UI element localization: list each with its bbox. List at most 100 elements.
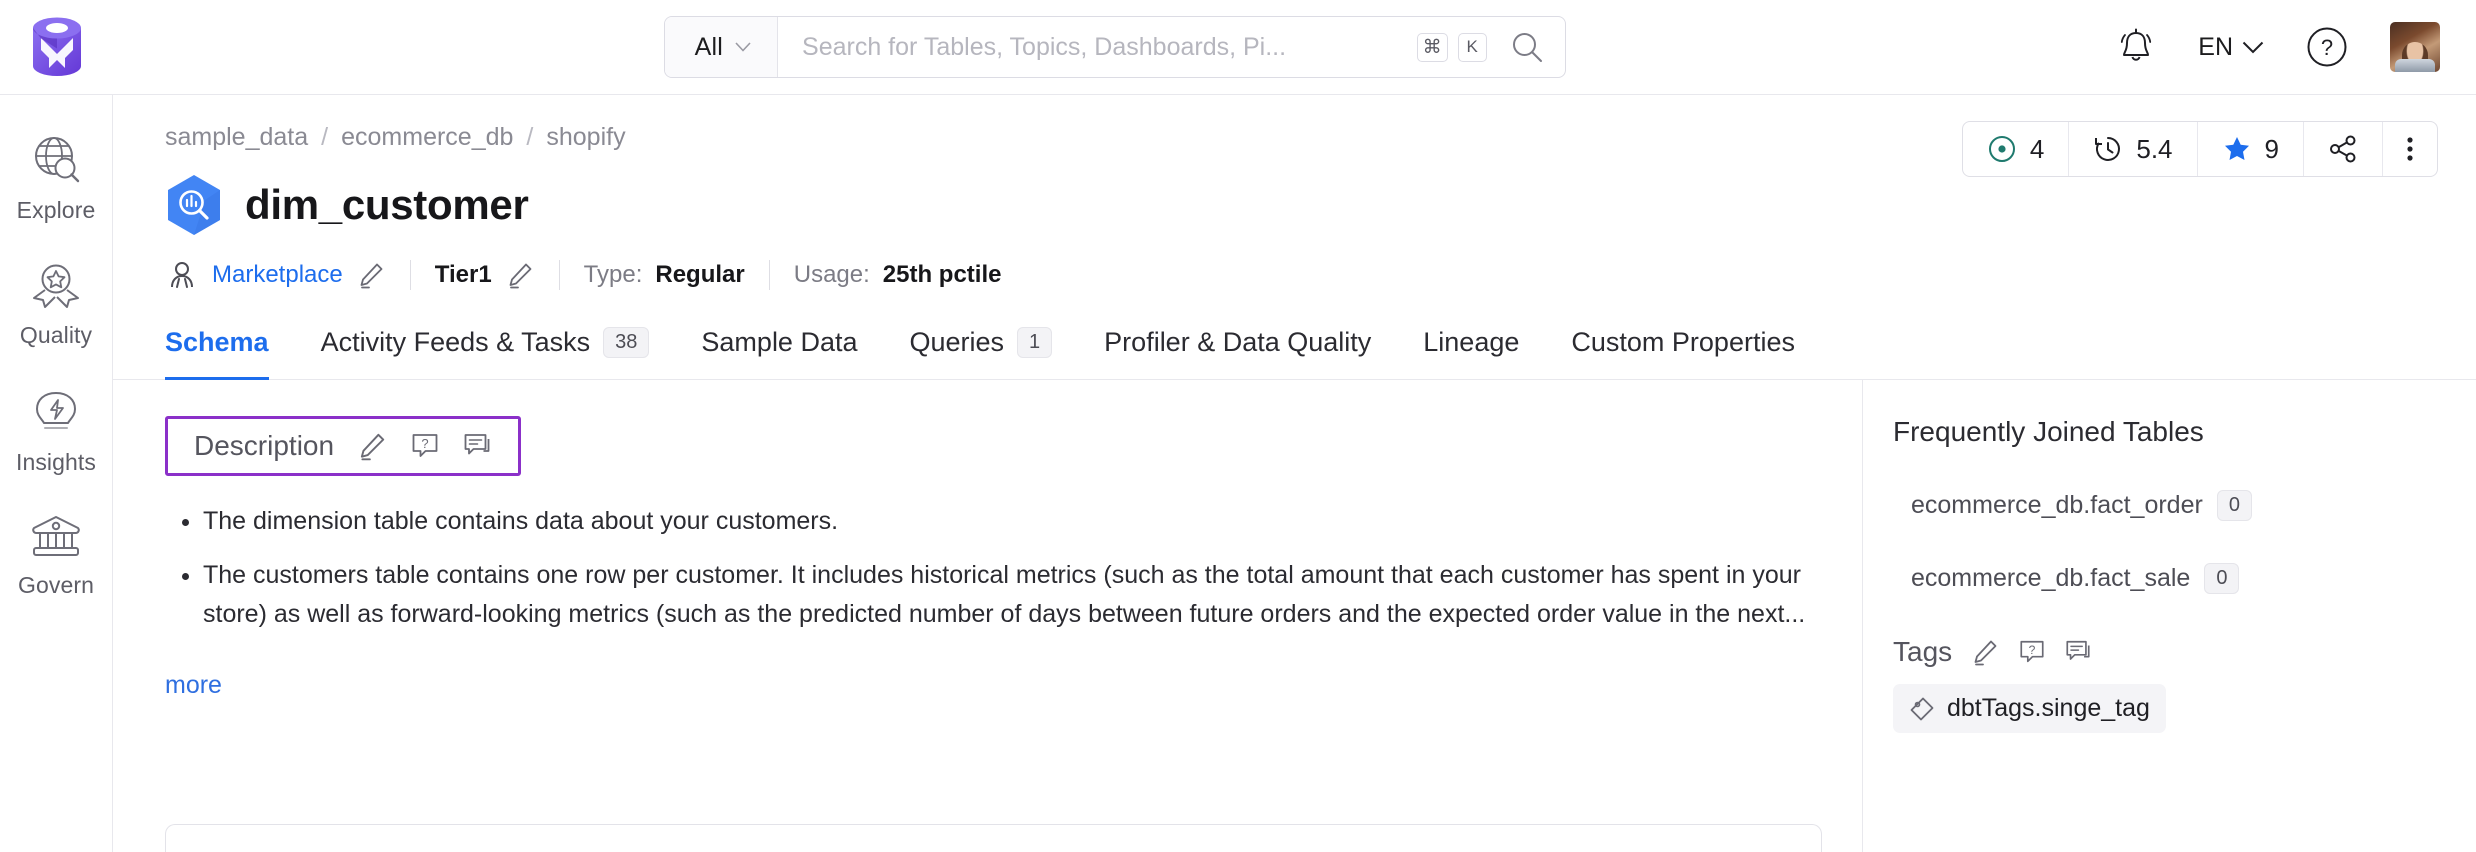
comment-icon[interactable]	[462, 431, 492, 461]
tag-chip[interactable]: dbtTags.singe_tag	[1893, 684, 2166, 733]
description-bullet: The dimension table contains data about …	[203, 502, 1822, 542]
award-ribbon-icon	[29, 262, 83, 312]
svg-text:?: ?	[2029, 643, 2036, 657]
sidebar-item-explore[interactable]: Explore	[0, 133, 112, 224]
search-input-wrapper[interactable]: ⌘ K	[778, 17, 1565, 77]
tab-profiler-data-quality[interactable]: Profiler & Data Quality	[1104, 327, 1371, 380]
tab-activity-feeds-tasks[interactable]: Activity Feeds & Tasks 38	[321, 327, 650, 380]
tier-value: Tier1	[435, 261, 492, 289]
lightbulb-bolt-icon	[30, 387, 82, 439]
comment-icon[interactable]	[2064, 638, 2092, 666]
search-scope-label: All	[695, 33, 723, 62]
sidebar-item-quality[interactable]: Quality	[0, 262, 112, 349]
stat-value: 4	[2030, 134, 2044, 165]
joined-table-count: 0	[2217, 490, 2252, 521]
joined-table-count: 0	[2204, 563, 2239, 594]
user-avatar[interactable]	[2390, 22, 2440, 72]
circle-dot-icon	[1987, 134, 2017, 164]
sidebar-item-label: Govern	[18, 572, 94, 599]
description-heading: Description	[194, 430, 334, 462]
app-root: All ⌘ K	[0, 0, 2476, 852]
share-icon	[2328, 134, 2358, 164]
meta-divider	[410, 260, 411, 290]
tab-label: Profiler & Data Quality	[1104, 327, 1371, 358]
tag-icon	[1909, 696, 1935, 722]
type-value: Regular	[655, 261, 744, 289]
tab-label: Activity Feeds & Tasks	[321, 327, 591, 358]
stat-active-announcements[interactable]: 4	[1963, 122, 2069, 176]
tab-label: Custom Properties	[1571, 327, 1795, 358]
tab-label: Queries	[910, 327, 1005, 358]
bigquery-icon	[165, 174, 223, 236]
sidebar-item-label: Insights	[16, 449, 96, 476]
schema-table-card	[165, 824, 1822, 852]
global-search-bar[interactable]: All ⌘ K	[664, 16, 1566, 78]
tag-label: dbtTags.singe_tag	[1947, 694, 2150, 723]
app-body: Explore Quality Insights	[0, 95, 2476, 852]
sidebar-item-govern[interactable]: Govern	[0, 514, 112, 599]
stat-version[interactable]: 5.4	[2069, 122, 2197, 176]
edit-pencil-icon[interactable]	[356, 260, 386, 290]
breadcrumb-separator: /	[321, 123, 328, 152]
svg-text:?: ?	[421, 436, 428, 451]
meta-divider	[769, 260, 770, 290]
request-description-icon[interactable]: ?	[410, 431, 440, 461]
chevron-down-icon	[2242, 41, 2264, 54]
sidebar-item-insights[interactable]: Insights	[0, 387, 112, 476]
entity-title-row: dim_customer	[165, 174, 2476, 236]
svg-text:?: ?	[2321, 35, 2333, 60]
search-scope-dropdown[interactable]: All	[665, 17, 778, 77]
more-options-button[interactable]	[2383, 122, 2437, 176]
logo-container[interactable]	[0, 16, 113, 78]
main-content: sample_data / ecommerce_db / shopify dim…	[113, 95, 2476, 852]
breadcrumb-item[interactable]: shopify	[546, 123, 625, 152]
tab-sample-data[interactable]: Sample Data	[701, 327, 857, 380]
tab-custom-properties[interactable]: Custom Properties	[1571, 327, 1795, 380]
description-pane: Description ?	[113, 380, 1862, 852]
star-icon	[2222, 134, 2252, 164]
top-bar-actions: EN ?	[2116, 22, 2476, 72]
tab-label: Schema	[165, 327, 269, 358]
tab-label: Sample Data	[701, 327, 857, 358]
share-button[interactable]	[2304, 122, 2383, 176]
shortcut-cmd-badge: ⌘	[1417, 33, 1448, 62]
vertical-dots-icon	[2405, 134, 2415, 164]
tab-schema[interactable]: Schema	[165, 327, 269, 380]
tab-queries[interactable]: Queries 1	[910, 327, 1053, 380]
language-selector[interactable]: EN	[2198, 33, 2264, 62]
tab-count: 38	[603, 327, 649, 358]
breadcrumb-item[interactable]: sample_data	[165, 123, 308, 152]
stat-followers[interactable]: 9	[2198, 122, 2304, 176]
request-tags-icon[interactable]: ?	[2018, 638, 2046, 666]
description-more-link[interactable]: more	[165, 671, 222, 700]
tier-segment: Tier1	[435, 260, 535, 290]
chevron-down-icon	[735, 42, 751, 52]
owner-segment: Marketplace	[165, 258, 386, 292]
help-circle-icon[interactable]: ?	[2306, 26, 2348, 68]
breadcrumb-separator: /	[526, 123, 533, 152]
entity-right-panel: Frequently Joined Tables ecommerce_db.fa…	[1862, 380, 2476, 852]
description-bullet: The customers table contains one row per…	[203, 556, 1822, 635]
tags-heading: Tags	[1893, 636, 1952, 668]
entity-header: sample_data / ecommerce_db / shopify dim…	[113, 95, 2476, 292]
breadcrumb-item[interactable]: ecommerce_db	[341, 123, 513, 152]
edit-pencil-icon[interactable]	[356, 430, 388, 462]
search-icon[interactable]	[1509, 29, 1545, 65]
bell-icon[interactable]	[2116, 26, 2156, 68]
search-input[interactable]	[802, 33, 1407, 62]
frequently-joined-tables-title: Frequently Joined Tables	[1893, 416, 2446, 448]
language-label: EN	[2198, 33, 2233, 62]
joined-table-name: ecommerce_db.fact_sale	[1911, 564, 2190, 593]
edit-pencil-icon[interactable]	[505, 260, 535, 290]
history-clock-icon	[2093, 134, 2123, 164]
entity-meta-row: Marketplace Tier1	[165, 258, 2476, 292]
owner-team-icon	[165, 258, 199, 292]
shortcut-key-badge: K	[1458, 33, 1487, 62]
joined-table-row[interactable]: ecommerce_db.fact_order 0	[1911, 490, 2446, 521]
owner-link[interactable]: Marketplace	[212, 261, 343, 289]
stat-value: 5.4	[2136, 134, 2172, 165]
joined-table-row[interactable]: ecommerce_db.fact_sale 0	[1911, 563, 2446, 594]
tab-lineage[interactable]: Lineage	[1423, 327, 1519, 380]
description-header[interactable]: Description ?	[165, 416, 521, 476]
edit-pencil-icon[interactable]	[1970, 637, 2000, 667]
